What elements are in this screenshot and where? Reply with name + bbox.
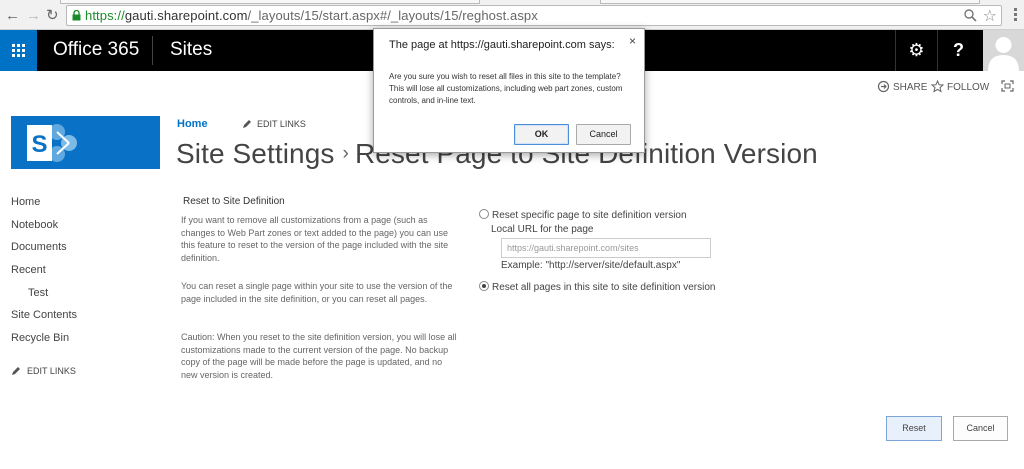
sharepoint-logo-icon: S (27, 124, 77, 162)
title-separator: › (342, 143, 349, 164)
description-paragraph: If you want to remove all customizations… (181, 215, 449, 263)
forward-arrow-icon[interactable]: → (26, 8, 41, 23)
tab-strip (0, 0, 1024, 4)
reload-icon[interactable]: ↻ (46, 8, 59, 23)
nav-item-notebook[interactable]: Notebook (11, 219, 58, 231)
browser-menu-icon[interactable] (1009, 8, 1021, 22)
nav-item-documents[interactable]: Documents (11, 241, 67, 253)
url-host: gauti.sharepoint.com (124, 8, 248, 23)
reset-button[interactable]: Reset (886, 416, 942, 441)
nav-item-recent[interactable]: Recent (11, 264, 46, 276)
local-url-label: Local URL for the page (491, 224, 594, 235)
pencil-icon (12, 367, 20, 375)
browser-tab[interactable] (600, 0, 980, 4)
help-icon[interactable]: ? (938, 30, 979, 71)
dialog-ok-button[interactable]: OK (514, 124, 569, 145)
url-scheme: https:// (85, 8, 125, 23)
url-example: Example: "http://server/site/default.asp… (501, 260, 681, 271)
edit-links-nav-label: EDIT LINKS (27, 366, 76, 376)
close-icon[interactable]: × (629, 34, 636, 48)
bookmark-star-icon[interactable]: ☆ (983, 6, 997, 26)
page-title-main[interactable]: Site Settings (176, 138, 335, 169)
avatar[interactable] (983, 30, 1024, 71)
breadcrumb-home-link[interactable]: Home (177, 118, 208, 130)
person-silhouette-icon (988, 37, 1019, 71)
section-title: Reset to Site Definition (183, 196, 285, 207)
nav-item-test[interactable]: Test (28, 287, 48, 299)
app-title[interactable]: Sites (170, 39, 212, 61)
dialog-message: Are you sure you wish to reset all files… (389, 72, 623, 105)
radio-button[interactable] (479, 209, 489, 219)
lock-icon (72, 10, 81, 21)
dialog-cancel-button[interactable]: Cancel (576, 124, 631, 145)
app-launcher-button[interactable] (0, 30, 37, 71)
waffle-icon (12, 44, 25, 57)
local-url-input[interactable] (501, 238, 711, 258)
dialog-title: The page at https://gauti.sharepoint.com… (389, 39, 615, 51)
pencil-icon (243, 120, 251, 128)
suite-separator (152, 36, 153, 65)
back-arrow-icon[interactable]: ← (5, 8, 20, 23)
share-label: SHARE (893, 82, 928, 93)
radio-label: Reset all pages in this site to site def… (492, 282, 716, 293)
url-path: /_layouts/15/start.aspx#/_layouts/15/reg… (247, 8, 538, 23)
share-icon (877, 80, 890, 93)
description-paragraph: You can reset a single page within your … (181, 281, 453, 304)
share-button[interactable]: SHARE (877, 80, 927, 93)
nav-item-home[interactable]: Home (11, 196, 40, 208)
follow-button[interactable]: FOLLOW (930, 79, 990, 93)
radio-reset-all-pages[interactable]: Reset all pages in this site to site def… (479, 281, 715, 293)
address-bar[interactable]: https://gauti.sharepoint.com/_layouts/15… (66, 5, 1002, 26)
nav-item-site-contents[interactable]: Site Contents (11, 309, 77, 321)
settings-gear-icon[interactable]: ⚙ (896, 30, 937, 71)
radio-button-selected[interactable] (479, 281, 489, 291)
svg-text:S: S (31, 131, 47, 158)
edit-links-label: EDIT LINKS (257, 119, 306, 129)
focus-on-content-icon[interactable] (1001, 80, 1014, 92)
url-text: https://gauti.sharepoint.com/_layouts/15… (85, 8, 538, 23)
radio-reset-specific-page[interactable]: Reset specific page to site definition v… (479, 209, 687, 221)
edit-links-nav-button[interactable]: EDIT LINKS (11, 366, 76, 376)
star-icon (930, 79, 945, 93)
nav-item-recycle-bin[interactable]: Recycle Bin (11, 332, 69, 344)
radio-label: Reset specific page to site definition v… (492, 210, 687, 221)
browser-toolbar: ← → ↻ https://gauti.sharepoint.com/_layo… (0, 0, 1024, 30)
zoom-icon[interactable] (964, 9, 977, 22)
follow-label: FOLLOW (947, 82, 990, 93)
edit-links-top-button[interactable]: EDIT LINKS (242, 119, 306, 129)
site-logo[interactable]: S (11, 116, 160, 169)
browser-tab[interactable] (60, 0, 480, 4)
cancel-button[interactable]: Cancel (953, 416, 1008, 441)
caution-paragraph: Caution: When you reset to the site defi… (181, 332, 457, 380)
confirm-dialog: The page at https://gauti.sharepoint.com… (373, 28, 645, 153)
office365-brand[interactable]: Office 365 (53, 39, 139, 61)
